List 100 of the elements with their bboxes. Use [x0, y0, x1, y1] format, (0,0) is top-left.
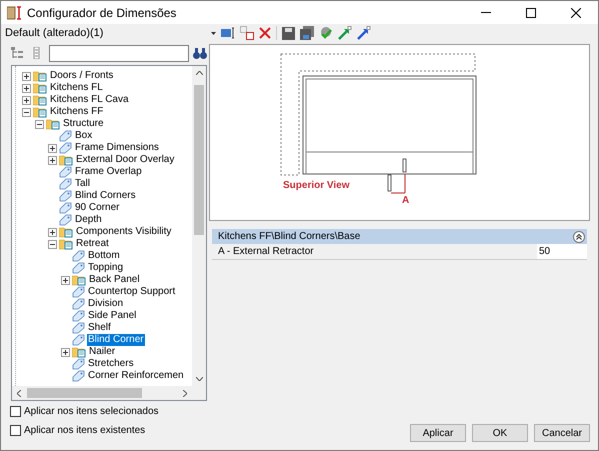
- scrollbar-thumb[interactable]: [27, 388, 142, 398]
- tree-item[interactable]: Depth: [74, 214, 103, 226]
- tag-icon: [59, 202, 72, 214]
- expand-icon[interactable]: [48, 228, 57, 236]
- scrollbar-thumb[interactable]: [194, 85, 204, 235]
- collapse-icon[interactable]: [48, 240, 57, 248]
- tree-item[interactable]: Corner Reinforcemen: [87, 370, 185, 382]
- scroll-down-icon[interactable]: [196, 377, 202, 381]
- tree-item[interactable]: Blind Corners: [74, 190, 137, 202]
- folder-icon: [59, 226, 73, 238]
- gear-check-icon[interactable]: [319, 26, 334, 40]
- dialog-button[interactable]: OK: [472, 424, 528, 442]
- tree-item[interactable]: Components Visibility: [75, 226, 172, 238]
- expand-icon[interactable]: [22, 84, 31, 92]
- tag-icon: [72, 262, 85, 274]
- save-as-icon[interactable]: [300, 26, 314, 40]
- tree-item[interactable]: Stretchers: [87, 358, 135, 370]
- tree-item[interactable]: Kitchens FL: [49, 82, 104, 94]
- folder-icon: [72, 274, 86, 286]
- dropdown-arrow-icon[interactable]: [211, 32, 216, 34]
- folder-icon: [59, 238, 73, 250]
- collapse-icon[interactable]: [35, 120, 44, 128]
- expand-icon[interactable]: [48, 156, 57, 164]
- tag-icon: [72, 322, 85, 334]
- tree-item[interactable]: Nailer: [88, 346, 116, 358]
- tag-icon: [59, 142, 72, 154]
- tag-icon: [72, 334, 85, 346]
- tag-icon: [72, 286, 85, 298]
- expand-icon[interactable]: [61, 348, 70, 356]
- copy-icon[interactable]: [240, 26, 254, 40]
- tag-icon: [59, 130, 72, 142]
- monitor-icon[interactable]: [221, 27, 236, 39]
- vertical-scrollbar[interactable]: [192, 66, 206, 386]
- tree-item[interactable]: Division: [87, 298, 124, 310]
- tree-item[interactable]: Shelf: [87, 322, 112, 334]
- scroll-right-icon[interactable]: [183, 390, 187, 396]
- tree-item[interactable]: Bottom: [87, 250, 121, 262]
- tree-item[interactable]: Kitchens FF: [49, 106, 104, 118]
- expand-icon[interactable]: [22, 72, 31, 80]
- search-field[interactable]: [49, 44, 189, 62]
- tag-icon: [59, 190, 72, 202]
- view-label: Superior View: [283, 179, 350, 193]
- tree-item[interactable]: Blind Corner: [87, 334, 145, 346]
- binoculars-icon[interactable]: [193, 48, 207, 58]
- checkbox-label[interactable]: Aplicar nos itens existentes: [24, 422, 146, 438]
- category-label: Kitchens FF\Blind Corners\Base: [218, 230, 360, 244]
- minimize-icon: [480, 12, 490, 13]
- tree-item[interactable]: Side Panel: [87, 310, 138, 322]
- property-value[interactable]: 50: [537, 244, 587, 259]
- window-title: Configurador de Dimensões: [27, 4, 176, 22]
- tree-item[interactable]: Kitchens FL Cava: [49, 94, 130, 106]
- expand-icon[interactable]: [48, 144, 57, 152]
- tree-item[interactable]: Topping: [87, 262, 124, 274]
- checkbox[interactable]: [10, 424, 21, 436]
- tree-item[interactable]: Frame Dimensions: [74, 142, 160, 154]
- scroll-up-icon[interactable]: [196, 71, 202, 75]
- folder-icon: [33, 82, 47, 94]
- horizontal-scrollbar[interactable]: [12, 386, 206, 400]
- tree-item[interactable]: Retreat: [75, 238, 110, 250]
- tree-item[interactable]: Doors / Fronts: [49, 70, 114, 82]
- app-icon: [7, 6, 21, 20]
- arrow-icon[interactable]: [357, 26, 372, 40]
- folder-icon: [33, 94, 47, 106]
- tag-icon: [72, 358, 85, 370]
- arrow-icon[interactable]: [338, 26, 352, 40]
- expand-icon[interactable]: [61, 276, 70, 284]
- save-icon[interactable]: [282, 26, 296, 40]
- tree-item[interactable]: External Door Overlay: [75, 154, 176, 166]
- dimension-label: A: [402, 194, 410, 208]
- folder-icon: [33, 106, 47, 118]
- tree-view-icon[interactable]: [11, 47, 23, 59]
- scroll-left-icon[interactable]: [17, 390, 21, 396]
- collapse-icon[interactable]: [22, 108, 31, 116]
- folder-icon: [46, 118, 60, 130]
- delete-icon[interactable]: [259, 27, 272, 39]
- tree-item[interactable]: Back Panel: [88, 274, 141, 286]
- folder-icon: [33, 70, 47, 82]
- tag-icon: [72, 298, 85, 310]
- tree-item[interactable]: Structure: [62, 118, 105, 130]
- dialog-button[interactable]: Cancelar: [534, 424, 590, 442]
- profile-label: Default (alterado)(1): [5, 26, 104, 41]
- expand-icon[interactable]: [22, 96, 31, 104]
- tree-item[interactable]: Frame Overlap: [74, 166, 143, 178]
- tree-item[interactable]: 90 Corner: [74, 202, 120, 214]
- close-icon: [570, 8, 580, 18]
- tag-icon: [59, 166, 72, 178]
- checkbox-label[interactable]: Aplicar nos itens selecionados: [24, 404, 159, 418]
- tag-icon: [72, 250, 85, 262]
- folder-icon: [72, 346, 86, 358]
- tag-icon: [72, 370, 85, 382]
- maximize-icon: [526, 8, 536, 18]
- collapse-icon[interactable]: [573, 230, 585, 242]
- dialog-button[interactable]: Aplicar: [410, 424, 466, 442]
- tag-icon: [59, 214, 72, 226]
- checkbox[interactable]: [10, 406, 21, 416]
- tree-item[interactable]: Tall: [74, 178, 92, 190]
- tree-item[interactable]: Countertop Support: [87, 286, 176, 298]
- tag-icon: [59, 178, 72, 190]
- tag-icon: [72, 310, 85, 322]
- tree-item[interactable]: Box: [74, 130, 94, 142]
